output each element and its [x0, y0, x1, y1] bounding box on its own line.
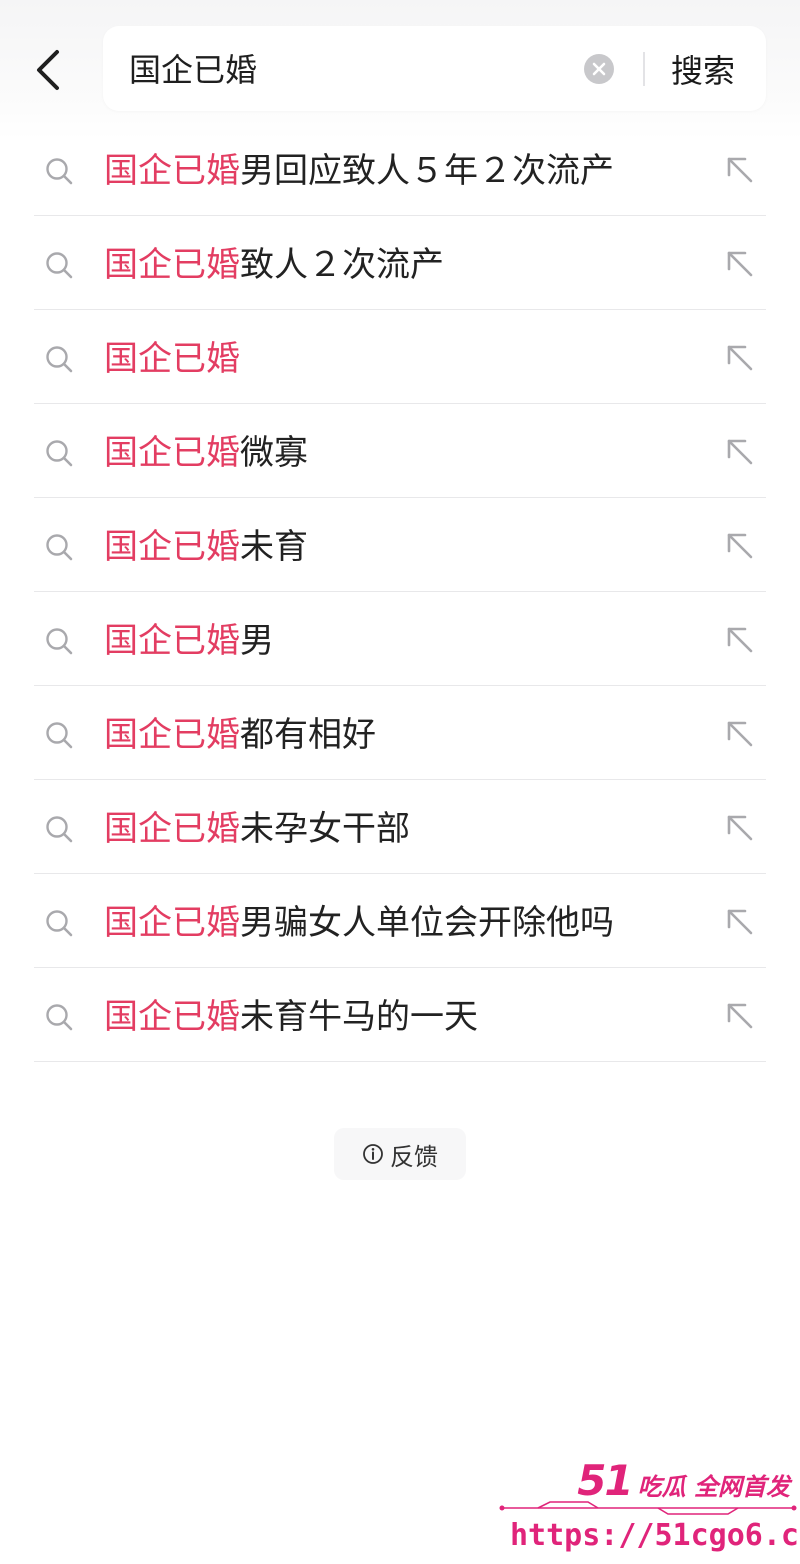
clear-button[interactable]	[584, 54, 614, 84]
search-icon	[46, 346, 73, 373]
suggestion-text: 国企已婚男	[104, 616, 694, 666]
search-header: 搜索	[0, 0, 800, 140]
suggestion-item[interactable]: 国企已婚都有相好	[34, 686, 766, 780]
arrow-up-left-icon[interactable]	[724, 812, 756, 844]
watermark-circuit-line	[499, 1501, 797, 1515]
search-input[interactable]	[129, 40, 559, 96]
search-icon	[46, 722, 73, 749]
suggestion-rest: 未育牛马的一天	[240, 997, 478, 1037]
suggestion-highlight: 国企已婚	[104, 245, 240, 285]
close-icon	[592, 62, 606, 76]
suggestion-highlight: 国企已婚	[104, 433, 240, 473]
suggestion-item[interactable]: 国企已婚致人２次流产	[34, 216, 766, 310]
search-box: 搜索	[103, 26, 766, 111]
search-icon	[46, 816, 73, 843]
suggestion-item[interactable]: 国企已婚男回应致人５年２次流产	[34, 122, 766, 216]
arrow-up-left-icon[interactable]	[724, 906, 756, 938]
suggestion-text: 国企已婚致人２次流产	[104, 240, 694, 290]
suggestion-text: 国企已婚	[104, 334, 694, 384]
arrow-up-left-icon[interactable]	[724, 342, 756, 374]
arrow-up-left-icon[interactable]	[724, 248, 756, 280]
arrow-up-left-icon[interactable]	[724, 718, 756, 750]
suggestion-highlight: 国企已婚	[104, 339, 240, 379]
suggestion-item[interactable]: 国企已婚未孕女干部	[34, 780, 766, 874]
suggestion-highlight: 国企已婚	[104, 151, 240, 191]
suggestion-text: 国企已婚未育	[104, 522, 694, 572]
suggestion-highlight: 国企已婚	[104, 621, 240, 661]
feedback-button[interactable]: 反馈	[334, 1128, 466, 1180]
search-button[interactable]: 搜索	[661, 46, 745, 92]
suggestion-text: 国企已婚未育牛马的一天	[104, 992, 694, 1042]
suggestion-item[interactable]: 国企已婚男	[34, 592, 766, 686]
suggestion-text: 国企已婚都有相好	[104, 710, 694, 760]
arrow-up-left-icon[interactable]	[724, 436, 756, 468]
search-icon	[46, 628, 73, 655]
suggestion-highlight: 国企已婚	[104, 715, 240, 755]
chevron-left-icon	[37, 50, 59, 90]
suggestion-rest: 未孕女干部	[240, 809, 410, 849]
feedback-label: 反馈	[390, 1142, 438, 1171]
suggestion-text: 国企已婚男回应致人５年２次流产	[104, 146, 694, 196]
arrow-up-left-icon[interactable]	[724, 1000, 756, 1032]
suggestion-rest: 未育	[240, 527, 308, 567]
suggestion-rest: 男骗女人单位会开除他吗	[240, 903, 614, 943]
search-icon	[46, 534, 73, 561]
suggestion-rest: 男回应致人５年２次流产	[240, 151, 614, 191]
suggestion-highlight: 国企已婚	[104, 527, 240, 567]
suggestion-rest: 男	[240, 621, 274, 661]
watermark-url: https://51cgo6.com	[510, 1518, 800, 1553]
back-button[interactable]	[22, 40, 74, 100]
search-icon	[46, 910, 73, 937]
suggestion-item[interactable]: 国企已婚未育牛马的一天	[34, 968, 766, 1062]
suggestion-text: 国企已婚男骗女人单位会开除他吗	[104, 898, 694, 948]
suggestion-highlight: 国企已婚	[104, 997, 240, 1037]
watermark-brand: 51 吃瓜 全网首发	[577, 1456, 790, 1505]
watermark-slogan: 吃瓜 全网首发	[637, 1473, 790, 1501]
search-icon	[46, 158, 73, 185]
suggestion-highlight: 国企已婚	[104, 903, 240, 943]
suggestion-text: 国企已婚微寡	[104, 428, 694, 478]
suggestion-item[interactable]: 国企已婚	[34, 310, 766, 404]
info-icon	[363, 1144, 383, 1164]
arrow-up-left-icon[interactable]	[724, 624, 756, 656]
suggestion-item[interactable]: 国企已婚未育	[34, 498, 766, 592]
suggestion-highlight: 国企已婚	[104, 809, 240, 849]
suggestion-rest: 致人２次流产	[240, 245, 444, 285]
suggestion-text: 国企已婚未孕女干部	[104, 804, 694, 854]
search-icon	[46, 440, 73, 467]
search-icon	[46, 252, 73, 279]
suggestion-rest: 微寡	[240, 433, 308, 473]
suggestion-list: 国企已婚男回应致人５年２次流产 国企已婚致人２次流产 国企已婚 国企已婚微寡 国…	[34, 122, 766, 1062]
suggestion-item[interactable]: 国企已婚微寡	[34, 404, 766, 498]
suggestion-rest: 都有相好	[240, 715, 376, 755]
search-icon	[46, 1004, 73, 1031]
arrow-up-left-icon[interactable]	[724, 530, 756, 562]
suggestion-item[interactable]: 国企已婚男骗女人单位会开除他吗	[34, 874, 766, 968]
search-divider	[643, 52, 645, 86]
watermark-number: 51	[577, 1456, 633, 1505]
arrow-up-left-icon[interactable]	[724, 154, 756, 186]
watermark: 51 吃瓜 全网首发 https://51cgo6.com	[498, 1452, 800, 1560]
